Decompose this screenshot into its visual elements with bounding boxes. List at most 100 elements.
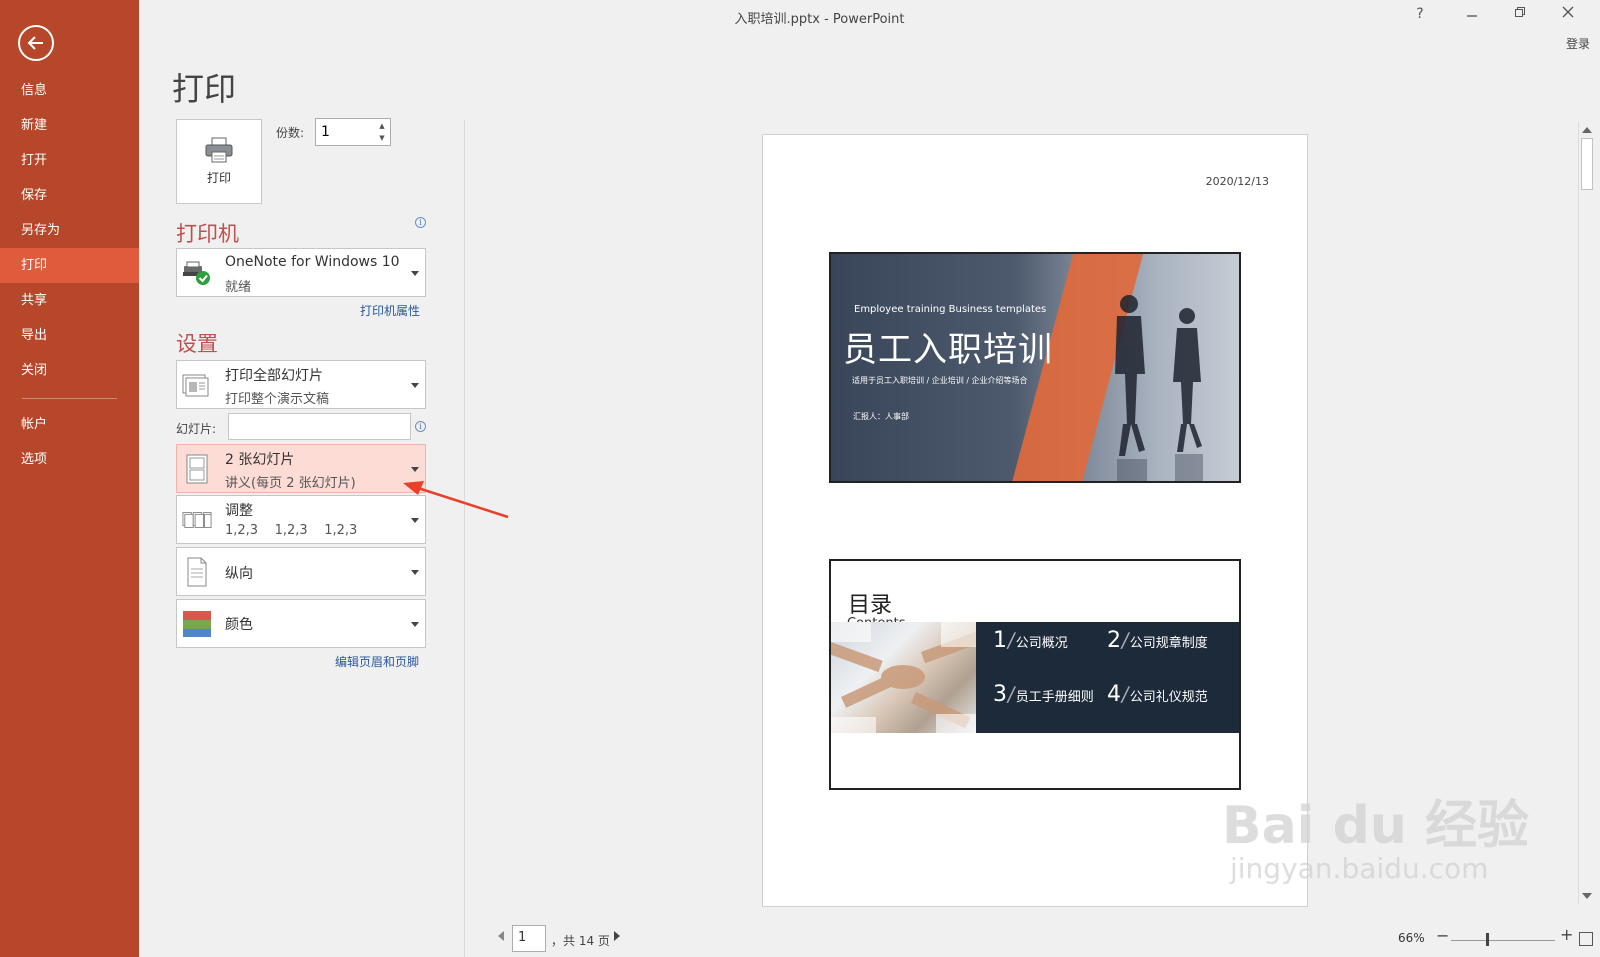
print-button[interactable]: 打印 bbox=[176, 119, 262, 204]
help-button[interactable]: ? bbox=[1410, 6, 1430, 22]
edit-header-footer-link[interactable]: 编辑页眉和页脚 bbox=[335, 653, 419, 670]
nav-item-new[interactable]: 新建 bbox=[0, 108, 139, 143]
printer-section-title: 打印机 bbox=[176, 222, 239, 246]
login-link[interactable]: 登录 bbox=[1566, 35, 1590, 52]
copies-stepper: ▲ ▼ bbox=[315, 118, 391, 146]
handout-layout-icon bbox=[182, 454, 212, 484]
color-dropdown[interactable]: 颜色 bbox=[176, 599, 426, 648]
close-icon bbox=[1562, 6, 1574, 18]
restore-button[interactable] bbox=[1510, 4, 1530, 24]
printer-icon bbox=[205, 137, 233, 163]
print-layout-sub: 讲义(每页 2 张幻灯片) bbox=[225, 476, 356, 491]
nav-item-save-as[interactable]: 另存为 bbox=[0, 213, 139, 248]
zoom-to-page-icon[interactable] bbox=[1579, 932, 1593, 946]
slide2-title: 目录 bbox=[848, 593, 893, 618]
contents-panel: 1/公司概况 2/公司规章制度 3/员工手册细则 4/公司礼仪规范 bbox=[976, 622, 1239, 733]
printer-dropdown[interactable]: OneNote for Windows 10 就绪 bbox=[176, 248, 426, 297]
contents-item-2: 2/公司规章制度 bbox=[1107, 628, 1208, 653]
orientation-label: 纵向 bbox=[225, 566, 253, 582]
collation-dropdown[interactable]: 调整 1,2,3 1,2,3 1,2,3 bbox=[176, 495, 426, 544]
window-title: 入职培训.pptx - PowerPoint bbox=[734, 12, 905, 27]
chevron-down-icon bbox=[411, 621, 419, 627]
preview-date: 2020/12/13 bbox=[1205, 175, 1269, 188]
collate-icon bbox=[182, 505, 212, 535]
contents-item-3: 3/员工手册细则 bbox=[993, 682, 1094, 707]
copies-input[interactable] bbox=[316, 119, 374, 145]
business-people-image bbox=[1115, 295, 1203, 481]
color-label: 颜色 bbox=[225, 617, 253, 633]
minimize-icon bbox=[1467, 15, 1477, 17]
title-bar: 入职培训.pptx - PowerPoint ? bbox=[139, 0, 1600, 34]
zoom-out-button[interactable]: − bbox=[1436, 926, 1449, 945]
print-range-sub: 打印整个演示文稿 bbox=[225, 392, 330, 407]
print-button-label: 打印 bbox=[206, 171, 231, 185]
slides-input[interactable] bbox=[228, 413, 411, 440]
print-layout-dropdown[interactable]: 2 张幻灯片 讲义(每页 2 张幻灯片) bbox=[176, 444, 426, 493]
slides-range-icon bbox=[182, 370, 212, 400]
zoom-level[interactable]: 66% bbox=[1398, 931, 1425, 945]
page-number-input[interactable]: 1 bbox=[512, 925, 546, 952]
slide1-english-title: Employee training Business templates bbox=[854, 304, 1047, 315]
chevron-down-icon bbox=[411, 466, 419, 472]
nav-item-close[interactable]: 关闭 bbox=[0, 353, 139, 388]
chevron-down-icon bbox=[411, 270, 419, 276]
zoom-slider-track[interactable] bbox=[1451, 940, 1555, 941]
preview-slide-2: 目录 Contents 1/公司概 bbox=[829, 559, 1241, 790]
scrollbar-thumb[interactable] bbox=[1581, 138, 1593, 190]
color-swatch-icon bbox=[182, 609, 212, 639]
backstage-nav: 信息 新建 打开 保存 另存为 打印 共享 导出 关闭 帐户 选项 bbox=[0, 73, 139, 477]
print-range-main: 打印全部幻灯片 bbox=[225, 368, 323, 384]
printer-info-icon[interactable]: i bbox=[415, 217, 426, 228]
back-arrow-icon bbox=[27, 36, 43, 50]
nav-item-export[interactable]: 导出 bbox=[0, 318, 139, 353]
page-total: ，共 14 页 bbox=[551, 934, 610, 948]
backstage-sidebar: 信息 新建 打开 保存 另存为 打印 共享 导出 关闭 帐户 选项 bbox=[0, 0, 139, 957]
settings-section-title: 设置 bbox=[176, 332, 218, 356]
nav-item-options[interactable]: 选项 bbox=[0, 442, 139, 477]
collation-sub: 1,2,3 1,2,3 1,2,3 bbox=[225, 523, 358, 538]
copies-increment[interactable]: ▲ bbox=[376, 120, 388, 132]
copies-label: 份数: bbox=[276, 126, 305, 140]
preview-scrollbar[interactable] bbox=[1578, 122, 1594, 904]
preview-slide-1: Employee training Business templates 员工入… bbox=[829, 252, 1241, 483]
zoom-in-button[interactable]: + bbox=[1560, 925, 1573, 944]
nav-item-account[interactable]: 帐户 bbox=[0, 407, 139, 442]
restore-icon bbox=[1515, 7, 1525, 17]
next-page-icon[interactable] bbox=[614, 931, 620, 941]
printer-properties-link[interactable]: 打印机属性 bbox=[360, 302, 420, 319]
back-button[interactable] bbox=[18, 25, 54, 61]
nav-item-info[interactable]: 信息 bbox=[0, 73, 139, 108]
printer-status: 就绪 bbox=[225, 280, 252, 295]
copies-decrement[interactable]: ▼ bbox=[376, 132, 388, 144]
nav-divider bbox=[22, 398, 117, 399]
page-title: 打印 bbox=[172, 70, 237, 108]
chevron-down-icon bbox=[411, 382, 419, 388]
print-preview-page: 2020/12/13 Employee training Business te… bbox=[762, 134, 1308, 907]
collation-main: 调整 bbox=[225, 503, 253, 519]
slide1-description: 适用于员工入职培训 / 企业培训 / 企业介绍等场合 bbox=[852, 376, 1028, 385]
minimize-button[interactable] bbox=[1462, 4, 1482, 24]
slides-info-icon[interactable]: i bbox=[415, 421, 426, 432]
nav-item-print[interactable]: 打印 bbox=[0, 248, 139, 283]
scroll-down-arrow-icon[interactable] bbox=[1582, 893, 1592, 899]
slides-label: 幻灯片: bbox=[176, 422, 217, 436]
slide1-reporter: 汇报人：人事部 bbox=[853, 412, 909, 421]
orientation-dropdown[interactable]: 纵向 bbox=[176, 547, 426, 596]
nav-item-open[interactable]: 打开 bbox=[0, 143, 139, 178]
print-range-dropdown[interactable]: 打印全部幻灯片 打印整个演示文稿 bbox=[176, 360, 426, 409]
chevron-down-icon bbox=[411, 517, 419, 523]
scroll-up-arrow-icon[interactable] bbox=[1582, 127, 1592, 133]
slide1-chinese-title: 员工入职培训 bbox=[843, 330, 1053, 370]
panel-divider bbox=[464, 120, 465, 957]
previous-page-icon[interactable] bbox=[498, 931, 504, 941]
zoom-slider-thumb[interactable] bbox=[1486, 933, 1489, 946]
contents-item-4: 4/公司礼仪规范 bbox=[1107, 682, 1208, 707]
contents-item-1: 1/公司概况 bbox=[993, 628, 1068, 653]
print-layout-main: 2 张幻灯片 bbox=[225, 452, 295, 468]
nav-item-share[interactable]: 共享 bbox=[0, 283, 139, 318]
close-window-button[interactable] bbox=[1558, 4, 1578, 24]
chevron-down-icon bbox=[411, 569, 419, 575]
teamwork-hands-image bbox=[831, 622, 982, 733]
onenote-printer-icon bbox=[182, 258, 212, 288]
nav-item-save[interactable]: 保存 bbox=[0, 178, 139, 213]
